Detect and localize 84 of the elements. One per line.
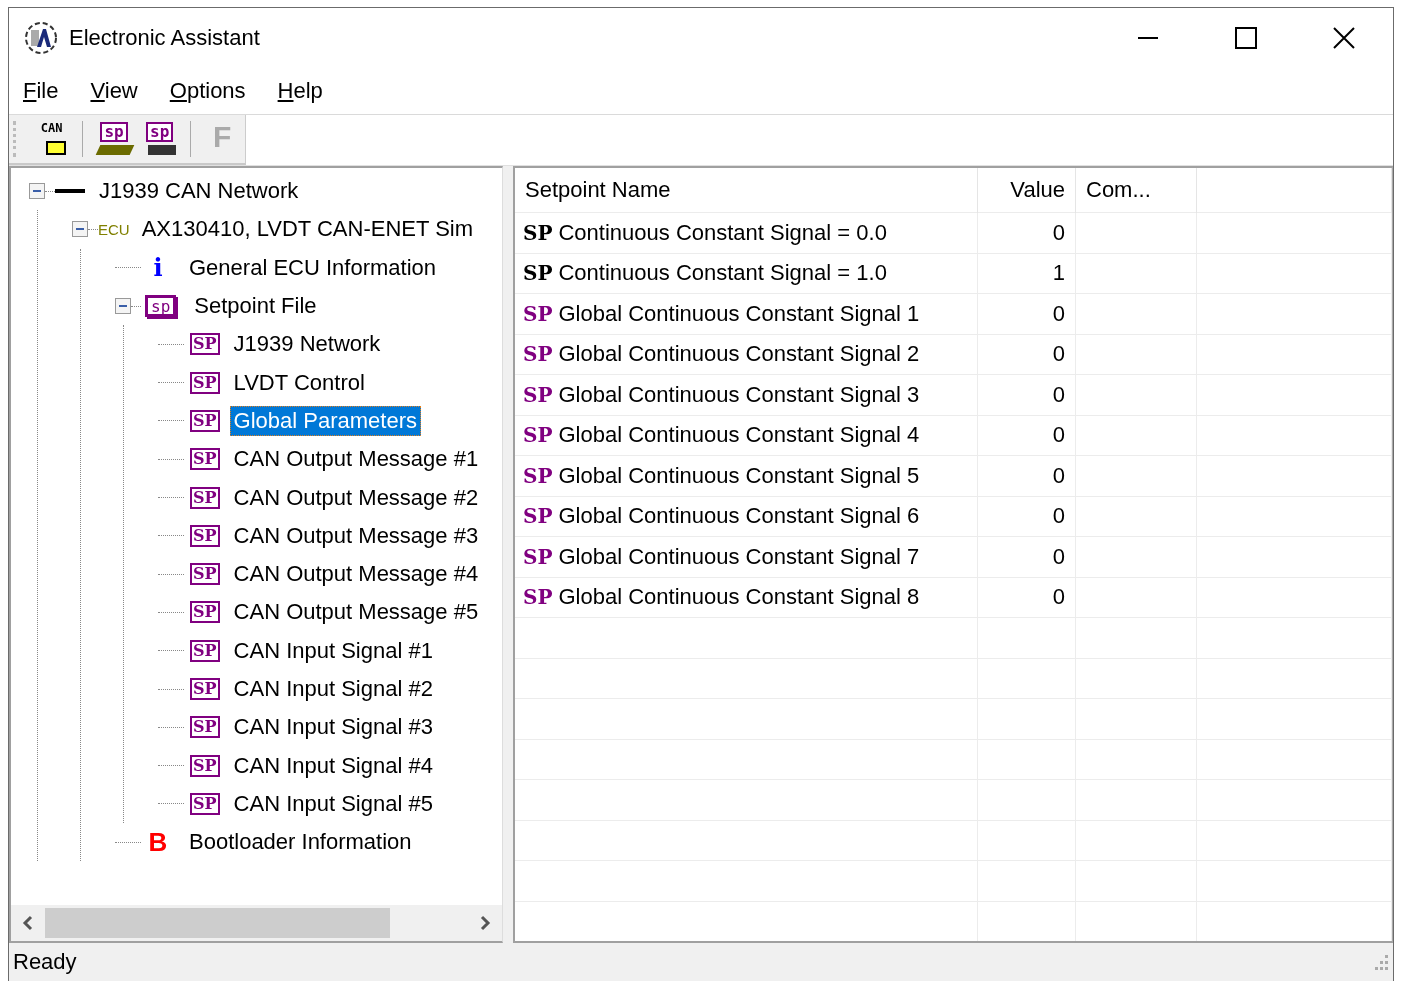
table-cell: Global Continuous Constant Signal 3: [558, 381, 920, 407]
setpoint-icon: SP: [523, 423, 553, 448]
menu-item[interactable]: Options: [167, 76, 248, 106]
table-cell: 0: [977, 334, 1076, 375]
setpoint-icon: SP: [523, 544, 553, 569]
tree-item[interactable]: CAN Input Signal #4: [229, 750, 437, 781]
tree-item[interactable]: General ECU Information: [185, 252, 440, 283]
setpoint-icon: SP: [523, 220, 553, 245]
table-cell: 0: [977, 293, 1076, 334]
setpoint-icon: SP: [190, 371, 220, 394]
window-title: Electronic Assistant: [69, 25, 260, 51]
setpoint-icon: SP: [523, 301, 553, 326]
setpoint-icon: SP: [523, 463, 553, 488]
table-cell: Global Continuous Constant Signal 8: [558, 584, 920, 610]
tree-item[interactable]: J1939 CAN Network: [95, 176, 303, 207]
setpoint-icon: SP: [190, 678, 220, 700]
tree-item[interactable]: LVDT Control: [229, 367, 369, 398]
horizontal-scrollbar[interactable]: [11, 905, 502, 941]
tree-item[interactable]: J1939 Network: [229, 329, 385, 360]
scrollbar-thumb[interactable]: [45, 908, 390, 938]
column-header[interactable]: Setpoint Name: [515, 168, 978, 213]
table-cell: Global Continuous Constant Signal 1: [558, 300, 920, 326]
collapse-icon[interactable]: [29, 183, 45, 200]
scroll-right-icon[interactable]: [478, 915, 492, 931]
tree-item[interactable]: CAN Output Message #5: [229, 597, 483, 628]
column-header[interactable]: Com...: [1075, 168, 1197, 213]
tree-item[interactable]: CAN Input Signal #5: [229, 788, 437, 819]
tree-item[interactable]: Global Parameters: [229, 405, 421, 436]
setpoint-icon: SP: [523, 342, 553, 367]
table-cell: 0: [977, 374, 1076, 415]
table-cell: 1: [977, 253, 1076, 294]
setpoint-icon: SP: [190, 448, 220, 471]
tree-item[interactable]: CAN Output Message #4: [229, 559, 483, 590]
table-cell: Global Continuous Constant Signal 7: [558, 543, 920, 569]
setpoint-icon: SP: [523, 382, 553, 407]
info-icon: i: [147, 253, 169, 283]
setpoint-icon: SP: [190, 333, 220, 356]
tree-item[interactable]: CAN Output Message #1: [229, 444, 483, 475]
tree-item[interactable]: CAN Input Signal #2: [229, 674, 437, 704]
menu-item[interactable]: File: [21, 76, 61, 106]
setpoint-icon: SP: [190, 486, 220, 509]
setpoint-icon: SP: [190, 524, 220, 547]
table-cell: 0: [977, 415, 1076, 456]
table-cell: Global Continuous Constant Signal 6: [558, 503, 920, 529]
tree-item[interactable]: Bootloader Information: [185, 827, 416, 858]
tree-item[interactable]: AX130410, LVDT CAN-ENET Sim: [137, 214, 478, 245]
status-text: Ready: [13, 949, 77, 975]
table-cell: 0: [977, 455, 1076, 496]
setpoint-icon: SP: [190, 563, 220, 586]
ecu-icon: ECU: [98, 220, 130, 238]
table-cell: Global Continuous Constant Signal 2: [558, 341, 920, 367]
table-cell: 0: [977, 577, 1076, 618]
collapse-icon[interactable]: [115, 298, 131, 315]
setpoint-icon: SP: [523, 585, 553, 610]
setpoint-icon: SP: [190, 409, 220, 432]
tree-item[interactable]: Setpoint File: [190, 291, 321, 322]
setpoint-icon: SP: [190, 601, 220, 624]
setpoint-icon: SP: [523, 261, 553, 286]
bootloader-icon: B: [147, 826, 169, 858]
setpoint-icon: SP: [190, 639, 220, 662]
table-cell: 0: [977, 212, 1076, 253]
close-icon[interactable]: [1333, 27, 1355, 49]
table-cell: Continuous Constant Signal = 0.0: [558, 219, 887, 245]
setpoint-icon: SP: [190, 754, 220, 777]
setpoint-icon: SP: [523, 504, 553, 529]
setpoint-file-icon: sp: [145, 295, 177, 318]
tree-item[interactable]: CAN Output Message #2: [229, 482, 483, 513]
tree-item[interactable]: CAN Input Signal #1: [229, 635, 437, 666]
menu-item[interactable]: Help: [275, 76, 325, 106]
column-header[interactable]: Value: [977, 168, 1076, 213]
setpoint-icon: SP: [190, 792, 220, 815]
collapse-icon[interactable]: [72, 221, 88, 238]
table-cell: Global Continuous Constant Signal 4: [558, 422, 920, 448]
tree-item[interactable]: CAN Output Message #3: [229, 520, 483, 551]
setpoint-icon: SP: [190, 716, 220, 739]
table-cell: 0: [977, 496, 1076, 537]
maximize-icon[interactable]: [1235, 27, 1257, 49]
table-cell: Continuous Constant Signal = 1.0: [558, 260, 887, 286]
scroll-left-icon[interactable]: [21, 915, 35, 931]
tree-item[interactable]: CAN Input Signal #3: [229, 712, 437, 743]
table-cell: Global Continuous Constant Signal 5: [558, 462, 920, 488]
app-logo-icon: [23, 20, 59, 56]
table-cell: 0: [977, 536, 1076, 577]
menu-item[interactable]: View: [88, 76, 140, 106]
